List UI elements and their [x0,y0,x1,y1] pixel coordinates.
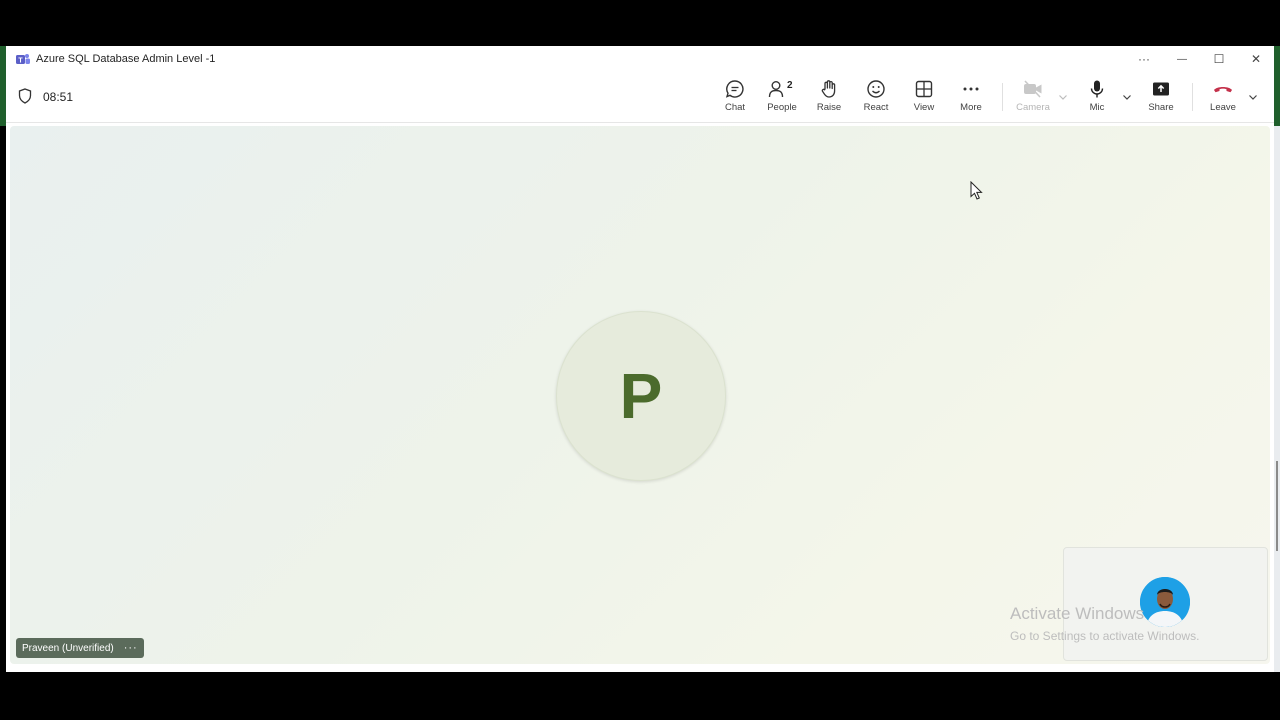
participant-name-tag[interactable]: Praveen (Unverified) ··· [16,638,144,658]
mic-button[interactable]: Mic [1073,78,1121,118]
chat-label: Chat [724,102,746,113]
chat-button[interactable]: Chat [711,78,759,118]
people-button[interactable]: 2 People [758,78,806,118]
maximize-button[interactable]: ☐ [1201,46,1237,72]
leave-button[interactable]: Leave [1199,78,1247,118]
share-label: Share [1148,102,1174,113]
react-button[interactable]: React [852,78,900,118]
share-icon [1153,82,1169,96]
teams-meeting-window: T Azure SQL Database Admin Level -1 ··· … [6,46,1274,672]
minimize-icon: — [1177,53,1187,65]
mic-options-chevron-icon[interactable] [1122,92,1132,102]
view-label: View [913,102,935,113]
camera-label: Camera [1016,102,1050,113]
camera-button[interactable]: Camera [1009,78,1057,118]
ellipsis-icon: ··· [1138,52,1150,66]
mouse-cursor-icon [970,181,983,200]
svg-text:T: T [18,58,23,65]
background-app-edge-right [1274,46,1280,672]
close-window-button[interactable]: ✕ [1238,46,1274,72]
react-label: React [863,102,889,113]
maximize-icon: ☐ [1213,52,1225,66]
avatar-initial: P [619,360,663,432]
person-photo-icon [1140,577,1190,627]
camera-options-chevron-icon[interactable] [1058,92,1068,102]
hand-icon [821,80,836,98]
more-label: More [960,102,982,113]
raise-hand-button[interactable]: Raise [805,78,853,118]
grid-icon [915,80,933,98]
hangup-icon [1214,87,1232,93]
ellipsis-icon [963,87,979,91]
people-count: 2 [787,80,793,91]
title-bar: T Azure SQL Database Admin Level -1 ··· … [6,46,1274,72]
people-icon [768,81,784,98]
camera-off-icon [1024,80,1042,98]
raise-label: Raise [816,102,842,113]
mic-icon [1090,80,1104,98]
smile-icon [867,80,885,98]
teams-logo-icon: T [16,54,30,65]
meeting-toolbar: 08:51 Chat 2 People Raise React View Mor… [6,72,1274,123]
shield-icon [18,88,32,104]
participant-name: Praveen (Unverified) [22,642,114,654]
people-label: People [767,102,797,113]
leave-label: Leave [1210,102,1236,113]
view-button[interactable]: View [900,78,948,118]
background-app-edge-right-top [1274,46,1280,126]
desktop-bottom-bar [0,672,1280,720]
close-icon: ✕ [1250,52,1262,66]
meeting-stage: P Praveen (Unverified) ··· Activate Wind… [10,126,1270,664]
participant-options-icon[interactable]: ··· [124,642,138,654]
toolbar-divider [1192,83,1193,111]
activation-watermark-subtitle: Go to Settings to activate Windows. [1010,629,1200,643]
minimize-button[interactable]: — [1164,46,1200,72]
meeting-timer: 08:51 [43,90,74,104]
desktop-top-bar [0,0,1280,46]
activation-watermark-title: Activate Windows [1010,604,1145,623]
more-actions-button[interactable]: More [947,78,995,118]
participant-avatar: P [556,311,726,481]
self-avatar [1140,577,1190,627]
mic-label: Mic [1089,102,1105,113]
share-button[interactable]: Share [1137,78,1185,118]
toolbar-divider [1002,83,1003,111]
chat-icon [725,80,744,98]
window-title: Azure SQL Database Admin Level -1 [36,53,216,65]
leave-options-chevron-icon[interactable] [1248,92,1258,102]
window-more-button[interactable]: ··· [1126,46,1162,72]
